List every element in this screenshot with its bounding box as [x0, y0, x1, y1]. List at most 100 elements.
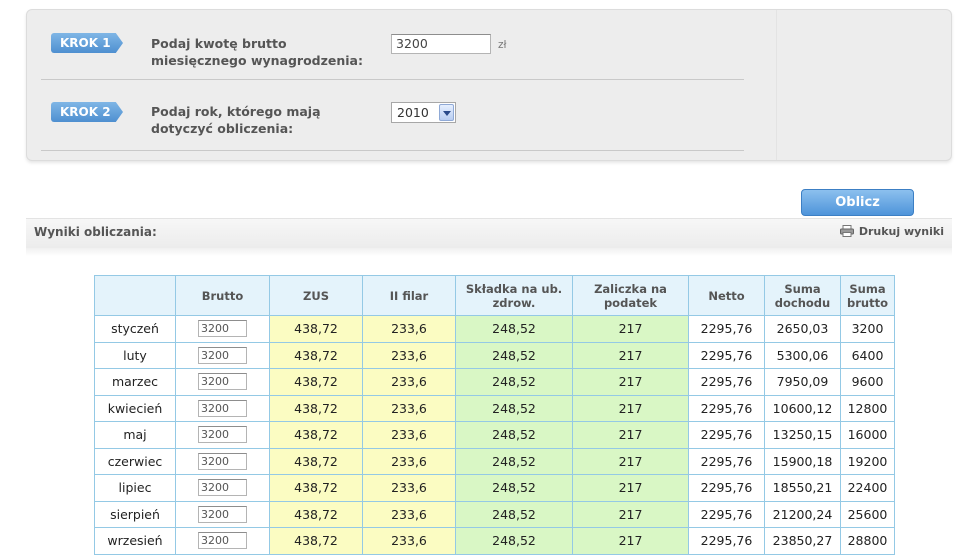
print-results-label: Drukuj wyniki [858, 225, 944, 238]
calculate-button[interactable]: Oblicz [801, 189, 914, 216]
brutto-cell: 3200 [175, 315, 270, 343]
netto-cell: 2295,76 [688, 368, 765, 396]
tax-advance-cell: 217 [572, 447, 689, 475]
income-sum-cell: 23850,27 [764, 527, 841, 555]
tax-advance-cell: 217 [572, 474, 689, 502]
col-header-brutto: Brutto [175, 275, 270, 316]
gross-sum-cell: 19200 [840, 447, 895, 475]
year-select[interactable]: 2010 [391, 102, 456, 123]
tax-advance-cell: 217 [572, 341, 689, 369]
step-1-label: Podaj kwotę brutto miesięcznego wynagrod… [151, 36, 363, 68]
table-row: marzec 3200 438,72 233,6 248,52 217 2295,76 795… [94, 368, 895, 396]
tax-advance-cell: 217 [572, 421, 689, 449]
month-cell: maj [94, 421, 176, 449]
netto-cell: 2295,76 [688, 500, 765, 528]
brutto-cell: 3200 [175, 500, 270, 528]
month-cell: wrzesień [94, 527, 176, 555]
income-sum-cell: 10600,12 [764, 394, 841, 422]
table-row: lipiec 3200 438,72 233,6 248,52 217 2295,76 185… [94, 474, 895, 502]
results-table: Brutto ZUS II filar Składka na ub. zdrow… [94, 275, 895, 555]
filar-cell: 233,6 [362, 368, 456, 396]
col-header-zus: ZUS [269, 275, 363, 316]
tax-advance-cell: 217 [572, 527, 689, 555]
filar-cell: 233,6 [362, 500, 456, 528]
table-row: maj 3200 438,72 233,6 248,52 217 2295,76 13250,… [94, 421, 895, 449]
col-header-tax-advance: Zaliczka na podatek [572, 275, 689, 316]
zus-cell: 438,72 [269, 315, 363, 343]
health-cell: 248,52 [455, 421, 573, 449]
year-select-value: 2010 [397, 105, 429, 120]
col-header-filar: II filar [362, 275, 456, 316]
table-row: kwiecień 3200 438,72 233,6 248,52 217 2295,76 1… [94, 394, 895, 422]
brutto-input[interactable]: 3200 [198, 452, 247, 470]
brutto-input[interactable]: 3200 [198, 320, 247, 338]
health-cell: 248,52 [455, 368, 573, 396]
zus-cell: 438,72 [269, 368, 363, 396]
step-2-row: KROK 2 Podaj rok, którego mają dotyczyć … [41, 81, 744, 151]
gross-sum-cell: 25600 [840, 500, 895, 528]
netto-cell: 2295,76 [688, 474, 765, 502]
col-header-gross-sum: Suma brutto [840, 275, 895, 316]
filar-cell: 233,6 [362, 421, 456, 449]
brutto-input[interactable]: 3200 [198, 399, 247, 417]
brutto-input[interactable]: 3200 [198, 479, 247, 497]
income-sum-cell: 21200,24 [764, 500, 841, 528]
brutto-cell: 3200 [175, 368, 270, 396]
netto-cell: 2295,76 [688, 394, 765, 422]
step-2-badge: KROK 2 [51, 102, 123, 122]
month-cell: czerwiec [94, 447, 176, 475]
step-2-label: Podaj rok, którego mają dotyczyć oblicze… [151, 104, 321, 136]
gross-sum-cell: 6400 [840, 341, 895, 369]
zus-cell: 438,72 [269, 500, 363, 528]
brutto-cell: 3200 [175, 527, 270, 555]
table-row: sierpień 3200 438,72 233,6 248,52 217 2295,76 2… [94, 500, 895, 528]
month-cell: kwiecień [94, 394, 176, 422]
gross-sum-cell: 9600 [840, 368, 895, 396]
income-sum-cell: 2650,03 [764, 315, 841, 343]
filar-cell: 233,6 [362, 394, 456, 422]
gross-sum-cell: 3200 [840, 315, 895, 343]
table-row: wrzesień 3200 438,72 233,6 248,52 217 2295,76 2… [94, 527, 895, 555]
filar-cell: 233,6 [362, 341, 456, 369]
brutto-input[interactable]: 3200 [198, 346, 247, 364]
zus-cell: 438,72 [269, 527, 363, 555]
table-row: styczeń 3200 438,72 233,6 248,52 217 2295,76 26… [94, 315, 895, 343]
brutto-cell: 3200 [175, 341, 270, 369]
income-sum-cell: 7950,09 [764, 368, 841, 396]
gross-sum-cell: 28800 [840, 527, 895, 555]
results-divider [26, 248, 952, 256]
results-header: Wyniki obliczania: Drukuj wyniki [26, 218, 952, 248]
month-cell: luty [94, 341, 176, 369]
results-title: Wyniki obliczania: [34, 225, 157, 239]
income-sum-cell: 15900,18 [764, 447, 841, 475]
zus-cell: 438,72 [269, 394, 363, 422]
col-header-month [94, 275, 176, 316]
brutto-input[interactable]: 3200 [198, 532, 247, 550]
col-header-netto: Netto [688, 275, 765, 316]
brutto-input[interactable]: 3200 [198, 426, 247, 444]
currency-unit: zł [498, 39, 507, 51]
table-row: czerwiec 3200 438,72 233,6 248,52 217 2295,76 1… [94, 447, 895, 475]
filar-cell: 233,6 [362, 315, 456, 343]
brutto-input[interactable]: 3200 [198, 373, 247, 391]
tax-advance-cell: 217 [572, 368, 689, 396]
brutto-input[interactable]: 3200 [198, 505, 247, 523]
income-sum-cell: 5300,06 [764, 341, 841, 369]
gross-sum-cell: 16000 [840, 421, 895, 449]
netto-cell: 2295,76 [688, 315, 765, 343]
brutto-cell: 3200 [175, 447, 270, 475]
netto-cell: 2295,76 [688, 527, 765, 555]
print-results-link[interactable]: Drukuj wyniki [839, 225, 944, 238]
zus-cell: 438,72 [269, 474, 363, 502]
tax-advance-cell: 217 [572, 394, 689, 422]
gross-amount-input[interactable]: 3200 [391, 34, 491, 54]
month-cell: marzec [94, 368, 176, 396]
step-1-badge: KROK 1 [51, 33, 123, 53]
health-cell: 248,52 [455, 394, 573, 422]
brutto-cell: 3200 [175, 394, 270, 422]
health-cell: 248,52 [455, 341, 573, 369]
steps-panel: KROK 1 Podaj kwotę brutto miesięcznego w… [26, 9, 952, 161]
tax-advance-cell: 217 [572, 315, 689, 343]
chevron-down-icon[interactable] [439, 104, 454, 121]
zus-cell: 438,72 [269, 341, 363, 369]
